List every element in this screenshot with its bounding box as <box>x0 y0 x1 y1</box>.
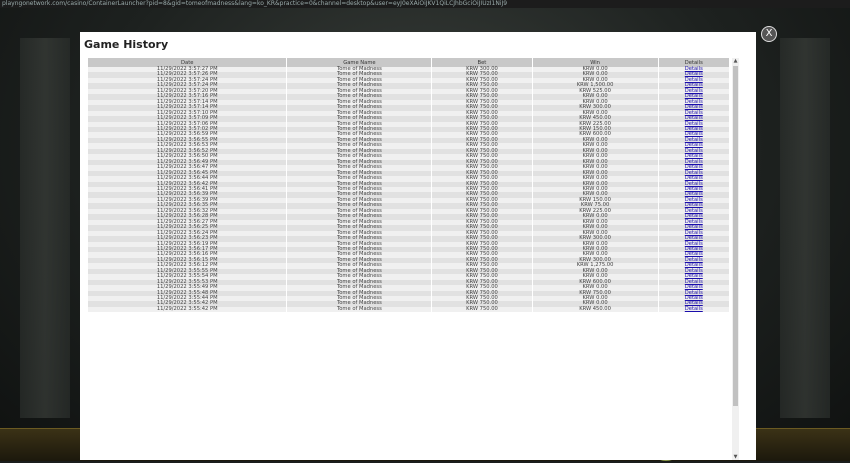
history-table-container: Date Game Name Bet Win Details 11/29/202… <box>88 58 740 460</box>
bet-cell: KRW 750.00 <box>431 306 533 313</box>
details-link[interactable]: Details <box>685 306 703 312</box>
browser-url[interactable]: playngonetwork.com/casino/ContainerLaunc… <box>0 0 850 8</box>
history-table: Date Game Name Bet Win Details 11/29/202… <box>88 58 731 313</box>
modal-title: Game History <box>84 38 169 51</box>
details-cell: Details <box>658 306 731 313</box>
scroll-up-arrow[interactable]: ▲ <box>732 58 739 64</box>
table-row: 11/29/2022 3:55:42 PM Tome of Madness KRW … <box>88 306 731 313</box>
right-pillar <box>780 38 830 418</box>
game-history-modal: Game History Date Game Name Bet Win Deta… <box>80 32 756 460</box>
table-scrollbar[interactable]: ▲ ▼ <box>732 58 739 460</box>
close-button[interactable]: X <box>761 26 777 42</box>
win-cell: KRW 450.00 <box>532 306 659 313</box>
scroll-thumb[interactable] <box>733 66 738 406</box>
scroll-down-arrow[interactable]: ▼ <box>732 454 739 460</box>
left-pillar <box>20 38 70 418</box>
game-name-cell: Tome of Madness <box>286 306 433 313</box>
date-cell: 11/29/2022 3:55:42 PM <box>88 306 288 313</box>
